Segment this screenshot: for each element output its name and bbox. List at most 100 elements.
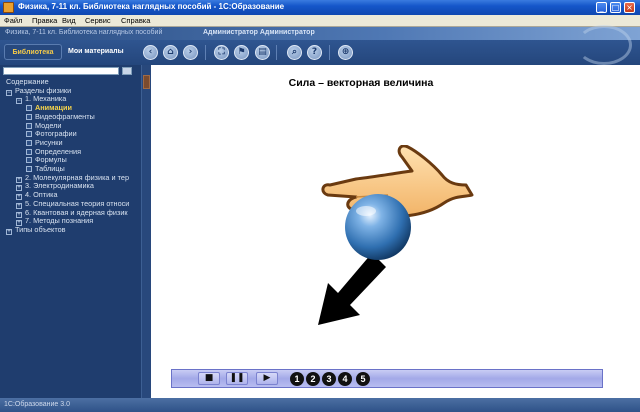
document-icon xyxy=(26,166,32,172)
minimize-button[interactable]: _ xyxy=(596,2,607,13)
tree-item[interactable]: +5. Специальная теория относи xyxy=(16,198,130,209)
header-title: Физика, 7-11 кл. Библиотека наглядных по… xyxy=(5,29,163,36)
tree-item-label: 2. Молекулярная физика и тер xyxy=(25,172,130,182)
document-icon xyxy=(26,139,32,146)
menu-help[interactable]: Справка xyxy=(121,16,150,25)
print-icon[interactable]: ▤ xyxy=(255,45,270,60)
tree-item[interactable]: −1. Механика xyxy=(16,94,67,105)
ball xyxy=(345,194,411,260)
tree-item[interactable]: + Типы объектов xyxy=(6,224,66,235)
collapse-icon[interactable]: − xyxy=(16,98,22,105)
tree-item-label: 7. Методы познания xyxy=(25,216,94,226)
tree-leaf-item[interactable]: Анимации xyxy=(26,103,72,112)
tree-item-label: Типы объектов xyxy=(15,224,66,234)
tree-leaf-item[interactable]: Формулы xyxy=(26,155,67,164)
force-vector-illustration xyxy=(318,145,474,325)
tree-item-label: Видеофрагменты xyxy=(35,111,95,121)
toolbar-separator xyxy=(329,45,330,60)
status-bar: 1С:Образование 3.0 xyxy=(0,398,640,412)
app-header: Физика, 7-11 кл. Библиотека наглядных по… xyxy=(0,27,640,40)
document-icon xyxy=(26,113,32,120)
tree-item-label: Определения xyxy=(35,146,82,156)
back-icon[interactable]: ‹ xyxy=(143,45,158,60)
content-area: Сила – векторная величина ■ ❚❚ ▶ 1 2 3 4… xyxy=(151,65,640,398)
search-icon[interactable]: ⌕ xyxy=(287,45,302,60)
play-icon: ▶ xyxy=(263,373,271,383)
step-1-button[interactable]: 1 xyxy=(290,372,304,386)
menu-edit[interactable]: Правка xyxy=(32,16,57,25)
tab-library[interactable]: Библиотека xyxy=(4,44,62,60)
tree-leaf-item[interactable]: Рисунки xyxy=(26,138,63,147)
document-icon xyxy=(26,148,32,155)
tree-leaf-item[interactable]: Модели xyxy=(26,121,61,130)
home-icon[interactable]: ⌂ xyxy=(163,45,178,60)
tree-leaf-item[interactable]: Фотографии xyxy=(26,129,77,138)
forward-icon[interactable]: › xyxy=(183,45,198,60)
animation-player-bar: ■ ❚❚ ▶ 1 2 3 4 5 xyxy=(171,369,603,388)
document-icon xyxy=(26,131,32,138)
tree-item-label: Таблицы xyxy=(35,164,65,173)
tree-item[interactable]: +3. Электродинамика xyxy=(16,181,94,192)
header-user: Администратор Администратор xyxy=(203,29,315,36)
menu-bar: Файл Правка Вид Сервис Справка xyxy=(0,15,640,27)
document-icon xyxy=(26,105,32,112)
tree-leaf-item[interactable]: Видеофрагменты xyxy=(26,112,95,121)
sidebar-scrollbar[interactable] xyxy=(141,65,151,398)
tree-item[interactable]: +4. Оптика xyxy=(16,190,58,201)
tree-item-label: 4. Оптика xyxy=(25,190,58,200)
tree-item-label: Содержание xyxy=(6,77,49,86)
tab-my-materials[interactable]: Мои материалы xyxy=(68,44,124,60)
step-5-button[interactable]: 5 xyxy=(356,372,370,386)
search-dropdown-button[interactable] xyxy=(122,67,132,75)
zoom-icon[interactable]: ⊕ xyxy=(338,45,353,60)
tree-item-label: 3. Электродинамика xyxy=(25,181,94,191)
document-icon xyxy=(26,157,32,164)
tree-item-label: Рисунки xyxy=(35,137,63,147)
tree-item-label: Модели xyxy=(35,120,62,130)
menu-file[interactable]: Файл xyxy=(4,16,22,25)
step-2-button[interactable]: 2 xyxy=(306,372,320,386)
tree-item[interactable]: Содержание xyxy=(6,77,49,86)
fullscreen-icon[interactable]: ⛶ xyxy=(214,45,229,60)
stop-icon: ■ xyxy=(204,373,214,383)
tree-item-label: 5. Специальная теория относи xyxy=(25,198,130,208)
tree-item[interactable]: − Разделы физики xyxy=(6,85,72,96)
window-title: Физика, 7-11 кл. Библиотека наглядных по… xyxy=(18,2,285,11)
app-icon xyxy=(3,2,14,13)
force-arrow xyxy=(318,253,386,325)
tree-item-label: Формулы xyxy=(35,155,67,165)
search-input[interactable] xyxy=(3,67,119,75)
tree-item-label: 1. Механика xyxy=(25,94,67,104)
bookmark-icon[interactable]: ⚑ xyxy=(234,45,249,60)
tree-item-label: Разделы физики xyxy=(15,85,72,95)
step-3-button[interactable]: 3 xyxy=(322,372,336,386)
tree-item[interactable]: +7. Методы познания xyxy=(16,216,94,227)
help-icon[interactable]: ? xyxy=(307,45,322,60)
tree-item[interactable]: +6. Квантовая и ядерная физик xyxy=(16,207,128,218)
pause-button[interactable]: ❚❚ xyxy=(226,372,248,385)
tree-leaf-item[interactable]: Определения xyxy=(26,147,81,156)
scrollbar-thumb[interactable] xyxy=(143,75,150,89)
toolbar-separator xyxy=(276,45,277,60)
page-title: Сила – векторная величина xyxy=(288,77,434,89)
pause-icon: ❚❚ xyxy=(229,373,245,383)
collapse-icon[interactable]: − xyxy=(6,89,12,96)
window-title-bar: Физика, 7-11 кл. Библиотека наглядных по… xyxy=(0,0,640,15)
brand-logo xyxy=(576,25,632,65)
expand-icon[interactable]: + xyxy=(6,228,12,235)
toolbar: Библиотека Мои материалы ‹ ⌂ › ⛶ ⚑ ▤ ⌕ ?… xyxy=(0,40,640,65)
step-4-button[interactable]: 4 xyxy=(338,372,352,386)
tree-item-label: Анимации xyxy=(35,103,72,113)
menu-service[interactable]: Сервис xyxy=(85,16,111,25)
status-text: 1С:Образование 3.0 xyxy=(4,401,70,408)
play-button[interactable]: ▶ xyxy=(256,372,278,385)
toolbar-separator xyxy=(205,45,206,60)
menu-view[interactable]: Вид xyxy=(62,16,76,25)
sidebar: Содержание − Разделы физики −1. Механика Ани… xyxy=(0,65,151,398)
maximize-button[interactable]: □ xyxy=(610,2,621,13)
stop-button[interactable]: ■ xyxy=(198,372,220,385)
close-button[interactable]: × xyxy=(624,2,635,13)
tree-item[interactable]: +2. Молекулярная физика и тер xyxy=(16,172,130,183)
tree-item-label: 6. Квантовая и ядерная физик xyxy=(25,207,128,217)
tree-leaf-item[interactable]: Таблицы xyxy=(26,164,65,173)
